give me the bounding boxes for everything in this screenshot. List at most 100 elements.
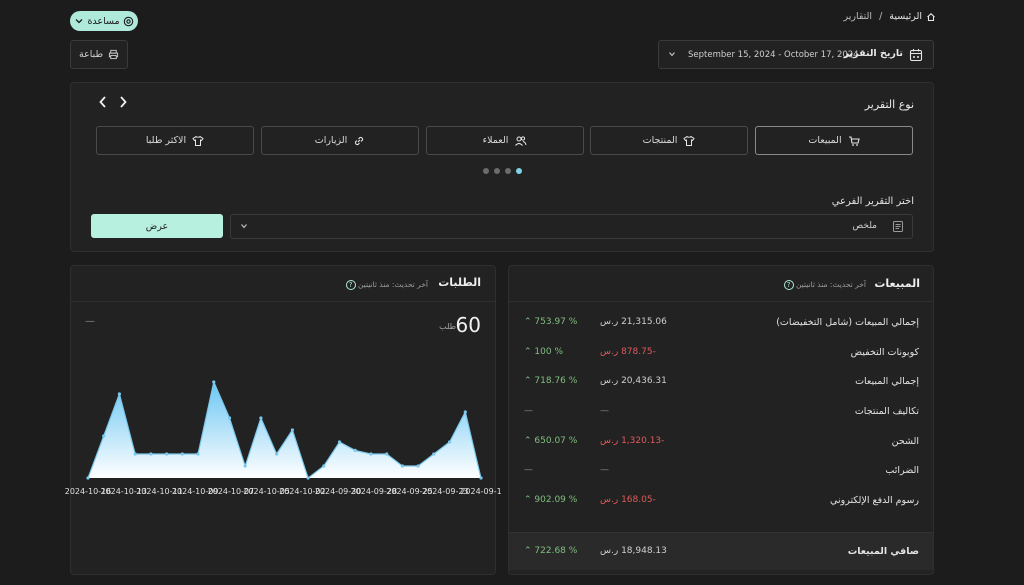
sales-row-amount: -1,320.13 ر.س — [600, 436, 664, 446]
type-label: العملاء — [482, 135, 509, 146]
sales-row-percent: ⌃ 100 % — [524, 347, 563, 357]
chart-point[interactable] — [306, 476, 310, 480]
users-icon — [515, 135, 527, 146]
print-button[interactable]: طباعة — [70, 40, 128, 69]
breadcrumb-home[interactable]: الرئيسية — [889, 11, 936, 22]
chevron-down-icon — [669, 52, 675, 57]
chart-point[interactable] — [448, 440, 452, 444]
breadcrumb-current[interactable]: التقارير — [843, 11, 872, 22]
date-range-label: تاريخ التقرير — [843, 48, 903, 59]
sub-report-select[interactable]: ملخص — [230, 214, 913, 239]
chevron-down-icon — [75, 19, 83, 24]
sales-title: المبيعات — [874, 277, 920, 290]
chart-point[interactable] — [180, 452, 184, 456]
chart-point[interactable] — [212, 380, 216, 384]
chart-point[interactable] — [133, 452, 137, 456]
type-visits-button[interactable]: الزيارات — [261, 126, 419, 155]
trend-up-icon: ⌃ — [524, 317, 532, 327]
chart-point[interactable] — [227, 416, 232, 420]
calendar-icon — [909, 49, 923, 62]
breadcrumb-home-label: الرئيسية — [889, 11, 922, 22]
amount-value: -168.05 — [621, 495, 656, 505]
orders-title: الطلبات — [438, 276, 481, 289]
amount-value: -1,320.13 — [621, 436, 665, 446]
sub-report-value: ملخص — [852, 221, 877, 231]
chart-point[interactable] — [416, 464, 420, 468]
sales-row: إجمالي المبيعات (شامل التخفيضات) 21,315.… — [509, 313, 933, 335]
chart-point[interactable] — [117, 392, 121, 396]
chart-point[interactable] — [149, 452, 153, 456]
chart-point[interactable] — [165, 452, 169, 456]
chart-point[interactable] — [463, 410, 467, 414]
type-top-ordered-button[interactable]: الاكثر طلبا — [96, 126, 254, 155]
chevron-left-icon — [99, 96, 106, 108]
chart-point[interactable] — [337, 440, 342, 444]
type-label: المنتجات — [642, 135, 678, 146]
chevron-right-icon — [120, 96, 127, 108]
sales-row-label: إجمالي المبيعات — [855, 376, 919, 387]
document-icon — [893, 221, 903, 232]
trend-up-icon: ⌃ — [524, 376, 532, 386]
chart-point[interactable] — [259, 416, 263, 420]
sub-report-title: اختر التقرير الفرعي — [831, 196, 914, 207]
help-icon[interactable]: ? — [345, 280, 356, 290]
chart-point[interactable] — [353, 448, 357, 452]
help-button[interactable]: مساعدة — [70, 11, 138, 31]
chart-point[interactable] — [196, 452, 200, 456]
chart-point[interactable] — [102, 434, 106, 438]
currency: ر.س — [600, 317, 619, 327]
sales-row-percent: ⌃ 718.76 % — [524, 376, 577, 386]
page-dot[interactable] — [505, 168, 511, 174]
chart-point[interactable] — [479, 476, 483, 480]
sales-row-percent: ⌃ 753.97 % — [524, 317, 577, 327]
amount-value: 21,315.06 — [621, 317, 667, 327]
page-dot[interactable] — [483, 168, 489, 174]
net-sales-label: صافي المبيعات — [847, 546, 919, 557]
type-products-button[interactable]: المنتجات — [590, 126, 748, 155]
shirt-icon — [683, 135, 696, 146]
sales-row-amount: 20,436.31 ر.س — [600, 376, 667, 386]
chart-point[interactable] — [385, 452, 389, 456]
currency: ر.س — [600, 495, 619, 505]
type-label: المبيعات — [808, 135, 842, 146]
page-dot[interactable] — [494, 168, 500, 174]
show-report-button[interactable]: عرض — [91, 214, 223, 238]
net-sales-amount: 18,948.13 ر.س — [600, 546, 667, 556]
trend-up-icon: ⌃ — [524, 495, 532, 505]
sales-row-label: الضرائب — [885, 465, 919, 476]
report-type-title: نوع التقرير — [864, 98, 914, 111]
x-axis-ticks: 2024-10-16 2024-10-13 2024-10-11 2024-10-09… — [65, 487, 502, 499]
sales-row: تكاليف المنتجات — — — [509, 402, 933, 424]
chart-point[interactable] — [400, 464, 404, 468]
breadcrumb: التقارير / الرئيسية — [843, 11, 936, 22]
support-icon — [123, 16, 133, 26]
chart-point[interactable] — [369, 452, 373, 456]
date-range-picker[interactable]: September 15, 2024 - October 17, 2024 تا… — [658, 40, 934, 69]
chart-point[interactable] — [290, 428, 294, 432]
chart-point[interactable] — [322, 464, 326, 468]
next-arrow-button[interactable] — [117, 95, 129, 109]
chart-point[interactable] — [86, 476, 90, 480]
sales-row: إجمالي المبيعات 20,436.31 ر.س ⌃ 718.76 % — [509, 372, 933, 394]
prev-arrow-button[interactable] — [97, 95, 109, 109]
printer-icon — [108, 49, 119, 60]
help-icon[interactable]: ? — [783, 280, 794, 290]
type-label: الاكثر طلبا — [145, 135, 187, 146]
orders-last-updated: ? آخر تحديث: منذ ثانيتين — [345, 280, 428, 290]
net-sales-content: صافي المبيعات 18,948.13 ر.س ⌃ 722.68 % — [509, 542, 933, 564]
page-dot-active[interactable] — [516, 168, 522, 174]
sales-row-amount: — — [600, 406, 609, 416]
percent-value: 718.76 % — [534, 376, 578, 386]
percent-value: 100 % — [534, 347, 564, 357]
amount-value: -878.75 — [621, 347, 656, 357]
currency: ر.س — [600, 347, 619, 357]
chart-point[interactable] — [275, 452, 279, 456]
type-customers-button[interactable]: العملاء — [426, 126, 584, 155]
chart-point[interactable] — [432, 452, 436, 456]
sales-row-amount: -878.75 ر.س — [600, 347, 656, 357]
sales-row-label: إجمالي المبيعات (شامل التخفيضات) — [776, 317, 919, 328]
chart-point[interactable] — [243, 464, 247, 468]
sales-row: الضرائب — — — [509, 461, 933, 483]
type-sales-button[interactable]: المبيعات — [755, 126, 913, 155]
sales-row: كوبونات التخفيض -878.75 ر.س ⌃ 100 % — [509, 343, 933, 365]
